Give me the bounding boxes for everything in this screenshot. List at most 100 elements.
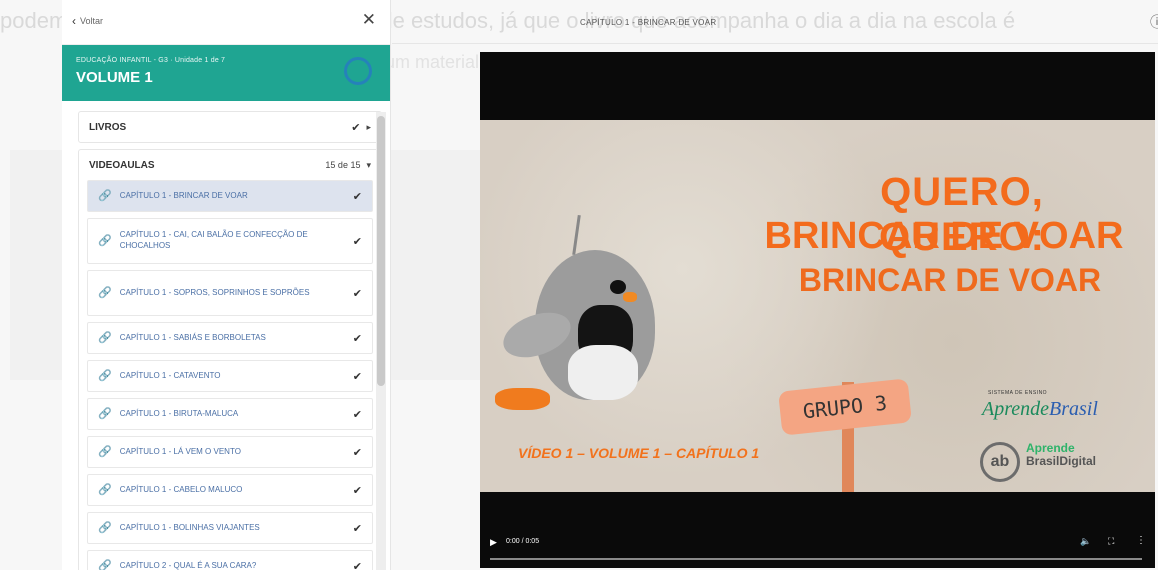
back-button[interactable]: ‹ Voltar	[72, 14, 103, 28]
list-item-label-wrap: 🔗 CAPÍTULO 1 - BOLINHAS VIAJANTES	[98, 521, 260, 536]
sidebar-scrollbar[interactable]	[376, 112, 386, 570]
ab-logo-icon: ab	[980, 442, 1020, 482]
link-icon: 🔗	[98, 189, 112, 202]
list-item-label-wrap: 🔗 CAPÍTULO 1 - CAI, CAI BALÃO E CONFECÇÃO…	[98, 230, 353, 252]
link-icon: 🔗	[98, 234, 112, 247]
bird-chest	[568, 345, 638, 400]
check-icon: ✔	[352, 332, 362, 345]
list-item-label: CAPÍTULO 1 - BRINCAR DE VOAR	[119, 190, 248, 200]
livros-label: LIVROS	[89, 121, 127, 133]
list-item[interactable]: 🔗 CAPÍTULO 1 - BIRUTA-MALUCA ✔	[87, 398, 373, 430]
brand2-a: Aprende	[1026, 441, 1075, 455]
videoaulas-section: VIDEOAULAS 15 de 15 ▾ 🔗 CAPÍTULO 1 - BRIN…	[78, 149, 382, 570]
list-item-label: CAPÍTULO 1 - CAI, CAI BALÃO E CONFECÇÃO …	[119, 230, 308, 250]
list-item[interactable]: 🔗 CAPÍTULO 1 - SABIÁS E BORBOLETAS ✔	[87, 322, 373, 354]
video-title-line2: BRINCAR DE VOAR	[764, 215, 1124, 257]
check-icon: ✔	[352, 408, 362, 421]
brand-b: Brasil	[1049, 398, 1098, 420]
list-item-label: CAPÍTULO 1 - CATAVENTO	[119, 370, 221, 380]
videoaulas-count: 15 de 15	[325, 160, 361, 170]
list-item[interactable]: 🔗 CAPÍTULO 1 - BOLINHAS VIAJANTES ✔	[87, 512, 373, 544]
banner-subtitle: EDUCAÇÃO INFANTIL - G3 · Unidade 1 de 7	[76, 57, 226, 64]
link-icon: 🔗	[98, 369, 112, 382]
list-item-label-wrap: 🔗 CAPÍTULO 1 - SABIÁS E BORBOLETAS	[98, 331, 266, 346]
system-label: SISTEMA DE ENSINO	[988, 390, 1048, 396]
list-item-label-wrap: 🔗 CAPÍTULO 1 - CABELO MALUCO	[98, 483, 242, 498]
video-controls: ▶ 0:00 / 0:05 🔈 ⛶ ⋮	[480, 532, 1155, 562]
list-item-label-wrap: 🔗 CAPÍTULO 1 - BIRUTA-MALUCA	[98, 407, 238, 422]
close-icon[interactable]: ✕	[362, 10, 376, 30]
list-item[interactable]: 🔗 CAPÍTULO 1 - LÁ VEM O VENTO ✔	[87, 436, 373, 468]
brand-a: Aprende	[982, 398, 1050, 420]
progress-bar[interactable]	[490, 558, 1142, 560]
sidebar-topbar: ‹ Voltar ✕	[62, 0, 390, 45]
chevron-right-icon[interactable]: ▸	[366, 122, 371, 133]
list-item[interactable]: 🔗 CAPÍTULO 1 - CATAVENTO ✔	[87, 360, 373, 392]
check-icon: ✔	[352, 287, 362, 300]
link-icon: 🔗	[98, 521, 112, 534]
list-item-label-wrap: 🔗 CAPÍTULO 1 - SOPROS, SOPRINHOS E SOPRÕE…	[98, 286, 310, 301]
check-icon: ✔	[352, 484, 362, 497]
more-options-icon[interactable]: ⋮	[1136, 535, 1146, 546]
list-item[interactable]: 🔗 CAPÍTULO 1 - CABELO MALUCO ✔	[87, 474, 373, 506]
link-icon: 🔗	[98, 483, 112, 496]
grupo-sign: GRUPO 3	[778, 378, 912, 436]
volume-icon[interactable]: 🔈	[1080, 536, 1091, 547]
info-icon[interactable]: ⓘ	[1150, 12, 1158, 32]
banner-title: VOLUME 1	[76, 69, 153, 86]
list-item-label: CAPÍTULO 2 - QUAL É A SUA CARA?	[119, 560, 257, 570]
link-icon: 🔗	[98, 445, 112, 458]
chevron-left-icon: ‹	[72, 14, 76, 28]
video-player[interactable]: QUERO, QUERO: BRINCAR DE VOAR BRINCAR DE…	[480, 52, 1155, 568]
videoaulas-label: VIDEOAULAS	[89, 159, 155, 171]
video-caption: VÍDEO 1 – VOLUME 1 – CAPÍTULO 1	[518, 445, 760, 461]
list-item-label: CAPÍTULO 1 - BIRUTA-MALUCA	[119, 408, 239, 418]
list-item-label: CAPÍTULO 1 - SOPROS, SOPRINHOS E SOPRÕES	[119, 287, 310, 297]
aprende-brasil-logo: AprendeBrasil	[982, 398, 1098, 421]
list-item[interactable]: 🔗 CAPÍTULO 1 - CAI, CAI BALÃO E CONFECÇÃO…	[87, 218, 373, 264]
check-icon: ✔	[352, 560, 362, 570]
list-item-label: CAPÍTULO 1 - LÁ VEM O VENTO	[119, 446, 241, 456]
check-icon: ✔	[352, 370, 362, 383]
list-item-label-wrap: 🔗 CAPÍTULO 2 - QUAL É A SUA CARA?	[98, 559, 256, 570]
volume-banner: EDUCAÇÃO INFANTIL - G3 · Unidade 1 de 7 …	[62, 45, 390, 101]
page-title: CAPÍTULO 1 - BRINCAR DE VOAR	[580, 18, 717, 27]
check-icon: ✔	[352, 522, 362, 535]
link-icon: 🔗	[98, 559, 112, 570]
list-item[interactable]: 🔗 CAPÍTULO 1 - SOPROS, SOPRINHOS E SOPRÕE…	[87, 270, 373, 316]
list-item-label: CAPÍTULO 1 - BOLINHAS VIAJANTES	[119, 522, 260, 532]
link-icon: 🔗	[98, 286, 112, 299]
check-icon: ✔	[351, 121, 361, 134]
list-item-label-wrap: 🔗 CAPÍTULO 1 - BRINCAR DE VOAR	[98, 189, 248, 204]
check-icon: ✔	[352, 235, 362, 248]
video-list: 🔗 CAPÍTULO 1 - BRINCAR DE VOAR ✔ 🔗 CAPÍTULO …	[79, 180, 381, 570]
play-icon[interactable]: ▶	[490, 537, 497, 548]
link-icon: 🔗	[98, 331, 112, 344]
bird-tuft	[572, 214, 581, 256]
check-icon: ✔	[352, 190, 362, 203]
list-item-label-wrap: 🔗 CAPÍTULO 1 - LÁ VEM O VENTO	[98, 445, 241, 460]
video-frame: QUERO, QUERO: BRINCAR DE VOAR BRINCAR DE…	[480, 120, 1155, 560]
link-icon: 🔗	[98, 407, 112, 420]
list-item[interactable]: 🔗 CAPÍTULO 1 - BRINCAR DE VOAR ✔	[87, 180, 373, 212]
brasil-digital-logo: Aprende BrasilDigital	[1026, 441, 1097, 469]
video-time: 0:00 / 0:05	[506, 538, 540, 545]
check-icon: ✔	[352, 446, 362, 459]
list-item[interactable]: 🔗 CAPÍTULO 2 - QUAL É A SUA CARA? ✔	[87, 550, 373, 570]
header-divider	[392, 43, 1158, 44]
scrollbar-thumb[interactable]	[377, 116, 385, 386]
livros-section[interactable]: LIVROS ✔ ▸	[78, 111, 382, 143]
brand2-b: BrasilDigital	[1026, 454, 1097, 469]
list-item-label: CAPÍTULO 1 - CABELO MALUCO	[119, 484, 243, 494]
list-item-label: CAPÍTULO 1 - SABIÁS E BORBOLETAS	[119, 332, 266, 342]
video-title-line3: BRINCAR DE VOAR	[798, 262, 1102, 298]
bird-beak	[623, 292, 637, 302]
bird-feet	[495, 388, 550, 410]
fullscreen-icon[interactable]: ⛶	[1108, 536, 1114, 547]
chevron-down-icon[interactable]: ▾	[366, 160, 371, 171]
sidebar: ‹ Voltar ✕ EDUCAÇÃO INFANTIL - G3 · Unid…	[62, 0, 391, 570]
bird-eye	[610, 280, 626, 294]
back-label: Voltar	[80, 16, 104, 26]
videoaulas-header[interactable]: VIDEOAULAS 15 de 15 ▾	[79, 150, 381, 180]
brand-logo-icon	[344, 57, 372, 85]
